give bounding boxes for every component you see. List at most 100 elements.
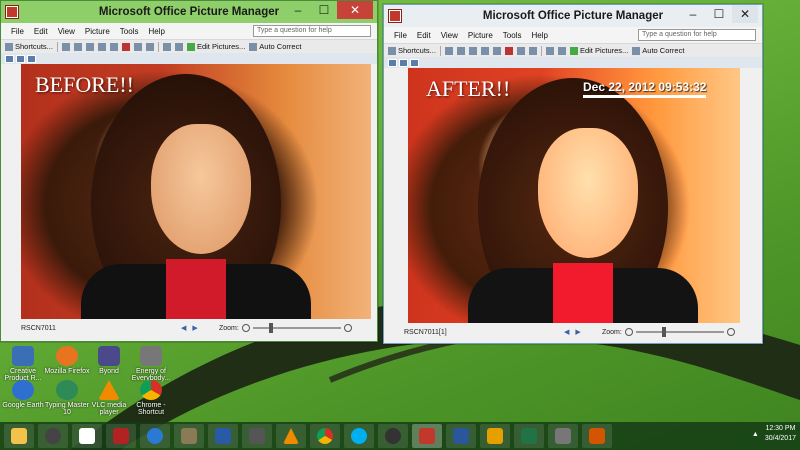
thumbnail-view-icon[interactable]: [5, 54, 14, 63]
paste-icon[interactable]: [109, 42, 118, 51]
help-search-input[interactable]: Type a question for help: [638, 29, 756, 41]
menu-tools[interactable]: Tools: [120, 27, 139, 36]
taskbar-button-video[interactable]: [582, 424, 612, 448]
picture-manager-icon[interactable]: [6, 6, 18, 18]
rotate-right-icon[interactable]: [557, 46, 566, 55]
zoom-slider-thumb[interactable]: [268, 323, 273, 333]
single-view-icon[interactable]: [27, 54, 36, 63]
shortcuts-button[interactable]: Shortcuts...: [388, 46, 436, 55]
desktop-icon-energy[interactable]: Energy of Everybody...: [128, 346, 174, 382]
zoom-in-icon[interactable]: [343, 324, 352, 332]
maximize-button[interactable]: ☐: [311, 1, 337, 19]
rotate-left-icon[interactable]: [162, 42, 171, 51]
undo-icon[interactable]: [516, 46, 525, 55]
save-icon[interactable]: [444, 46, 453, 55]
taskbar-button-vlc[interactable]: [276, 424, 306, 448]
taskbar-button-tools[interactable]: [548, 424, 578, 448]
shortcuts-button[interactable]: Shortcuts...: [5, 42, 53, 51]
rotate-right-icon[interactable]: [174, 42, 183, 51]
paste-icon[interactable]: [492, 46, 501, 55]
filmstrip-view-icon[interactable]: [16, 54, 25, 63]
close-button[interactable]: ✕: [337, 1, 373, 19]
desktop-icon-typing-master[interactable]: Typing Master 10: [44, 380, 90, 416]
export-icon[interactable]: [456, 46, 465, 55]
next-icon[interactable]: ▶: [575, 328, 580, 336]
taskbar-button-ie[interactable]: [140, 424, 170, 448]
menu-help[interactable]: Help: [148, 27, 164, 36]
menu-help[interactable]: Help: [531, 31, 547, 40]
single-view-icon[interactable]: [410, 58, 419, 67]
menu-file[interactable]: File: [394, 31, 407, 40]
desktop-icon-firefox[interactable]: Mozilla Firefox: [44, 346, 90, 375]
title-bar[interactable]: Microsoft Office Picture Manager – ☐ ✕: [1, 1, 377, 23]
copy-icon[interactable]: [97, 42, 106, 51]
menu-view[interactable]: View: [441, 31, 458, 40]
redo-icon[interactable]: [528, 46, 537, 55]
edit-pictures-button[interactable]: Edit Pictures...: [569, 46, 628, 55]
maximize-button[interactable]: ☐: [706, 5, 732, 23]
zoom-slider[interactable]: [252, 323, 341, 333]
desktop-icon-vlc[interactable]: VLC media player: [86, 380, 132, 416]
zoom-slider-thumb[interactable]: [661, 327, 666, 337]
picture-manager-window-before[interactable]: Microsoft Office Picture Manager – ☐ ✕ F…: [0, 0, 378, 342]
taskbar-button-picture-manager[interactable]: [412, 424, 442, 448]
previous-icon[interactable]: ◀: [564, 328, 569, 336]
desktop-icon-chrome[interactable]: Chrome - Shortcut: [128, 380, 174, 416]
thumbnail-view-icon[interactable]: [388, 58, 397, 67]
zoom-slider[interactable]: [635, 327, 724, 337]
show-hidden-icons-icon[interactable]: ▲: [752, 431, 759, 438]
help-search-input[interactable]: Type a question for help: [253, 25, 371, 37]
picture-manager-icon[interactable]: [389, 10, 401, 22]
undo-icon[interactable]: [133, 42, 142, 51]
taskbar-button-word[interactable]: [446, 424, 476, 448]
taskbar-button-speedtest[interactable]: [378, 424, 408, 448]
redo-icon[interactable]: [145, 42, 154, 51]
taskbar-button-excel[interactable]: [514, 424, 544, 448]
delete-icon[interactable]: [121, 42, 130, 51]
taskbar-button-chrome[interactable]: [310, 424, 340, 448]
desktop-icon-creative[interactable]: Creative Product R...: [0, 346, 46, 382]
zoom-in-icon[interactable]: [726, 328, 735, 336]
menu-picture[interactable]: Picture: [85, 27, 110, 36]
previous-icon[interactable]: ◀: [181, 324, 186, 332]
menu-edit[interactable]: Edit: [34, 27, 48, 36]
taskbar-button-media[interactable]: [38, 424, 68, 448]
photo-view[interactable]: AFTER!! Dec 22, 2012 09:53:32: [408, 68, 740, 323]
taskbar-button-power[interactable]: [106, 424, 136, 448]
taskbar-button-film[interactable]: [242, 424, 272, 448]
taskbar-button-file-explorer[interactable]: [4, 424, 34, 448]
export-icon[interactable]: [73, 42, 82, 51]
filmstrip-view-icon[interactable]: [399, 58, 408, 67]
menu-edit[interactable]: Edit: [417, 31, 431, 40]
menu-tools[interactable]: Tools: [503, 31, 522, 40]
menu-picture[interactable]: Picture: [468, 31, 493, 40]
taskbar-button-calculator[interactable]: [208, 424, 238, 448]
taskbar-button-scanner[interactable]: [174, 424, 204, 448]
save-icon[interactable]: [61, 42, 70, 51]
close-button[interactable]: ✕: [732, 5, 758, 23]
next-icon[interactable]: ▶: [192, 324, 197, 332]
copy-icon[interactable]: [480, 46, 489, 55]
desktop-icon-google-earth[interactable]: Google Earth: [0, 380, 46, 409]
taskbar-button-skype[interactable]: [344, 424, 374, 448]
minimize-button[interactable]: –: [285, 1, 311, 19]
picture-manager-window-after[interactable]: Microsoft Office Picture Manager – ☐ ✕ F…: [383, 4, 763, 344]
menu-view[interactable]: View: [58, 27, 75, 36]
cut-icon[interactable]: [85, 42, 94, 51]
clock[interactable]: 12:30 PM 30/4/2017: [765, 424, 796, 444]
delete-icon[interactable]: [504, 46, 513, 55]
photo-view[interactable]: BEFORE!!: [21, 64, 371, 319]
auto-correct-button[interactable]: Auto Correct: [249, 42, 301, 51]
rotate-left-icon[interactable]: [545, 46, 554, 55]
minimize-button[interactable]: –: [680, 5, 706, 23]
zoom-out-icon[interactable]: [241, 324, 250, 332]
edit-pictures-button[interactable]: Edit Pictures...: [186, 42, 245, 51]
zoom-out-icon[interactable]: [624, 328, 633, 336]
desktop-icon-byond[interactable]: Byond: [86, 346, 132, 375]
auto-correct-button[interactable]: Auto Correct: [632, 46, 684, 55]
taskbar-button-paint[interactable]: [480, 424, 510, 448]
menu-file[interactable]: File: [11, 27, 24, 36]
title-bar[interactable]: Microsoft Office Picture Manager – ☐ ✕: [384, 5, 762, 27]
cut-icon[interactable]: [468, 46, 477, 55]
taskbar-button-amazon[interactable]: [72, 424, 102, 448]
